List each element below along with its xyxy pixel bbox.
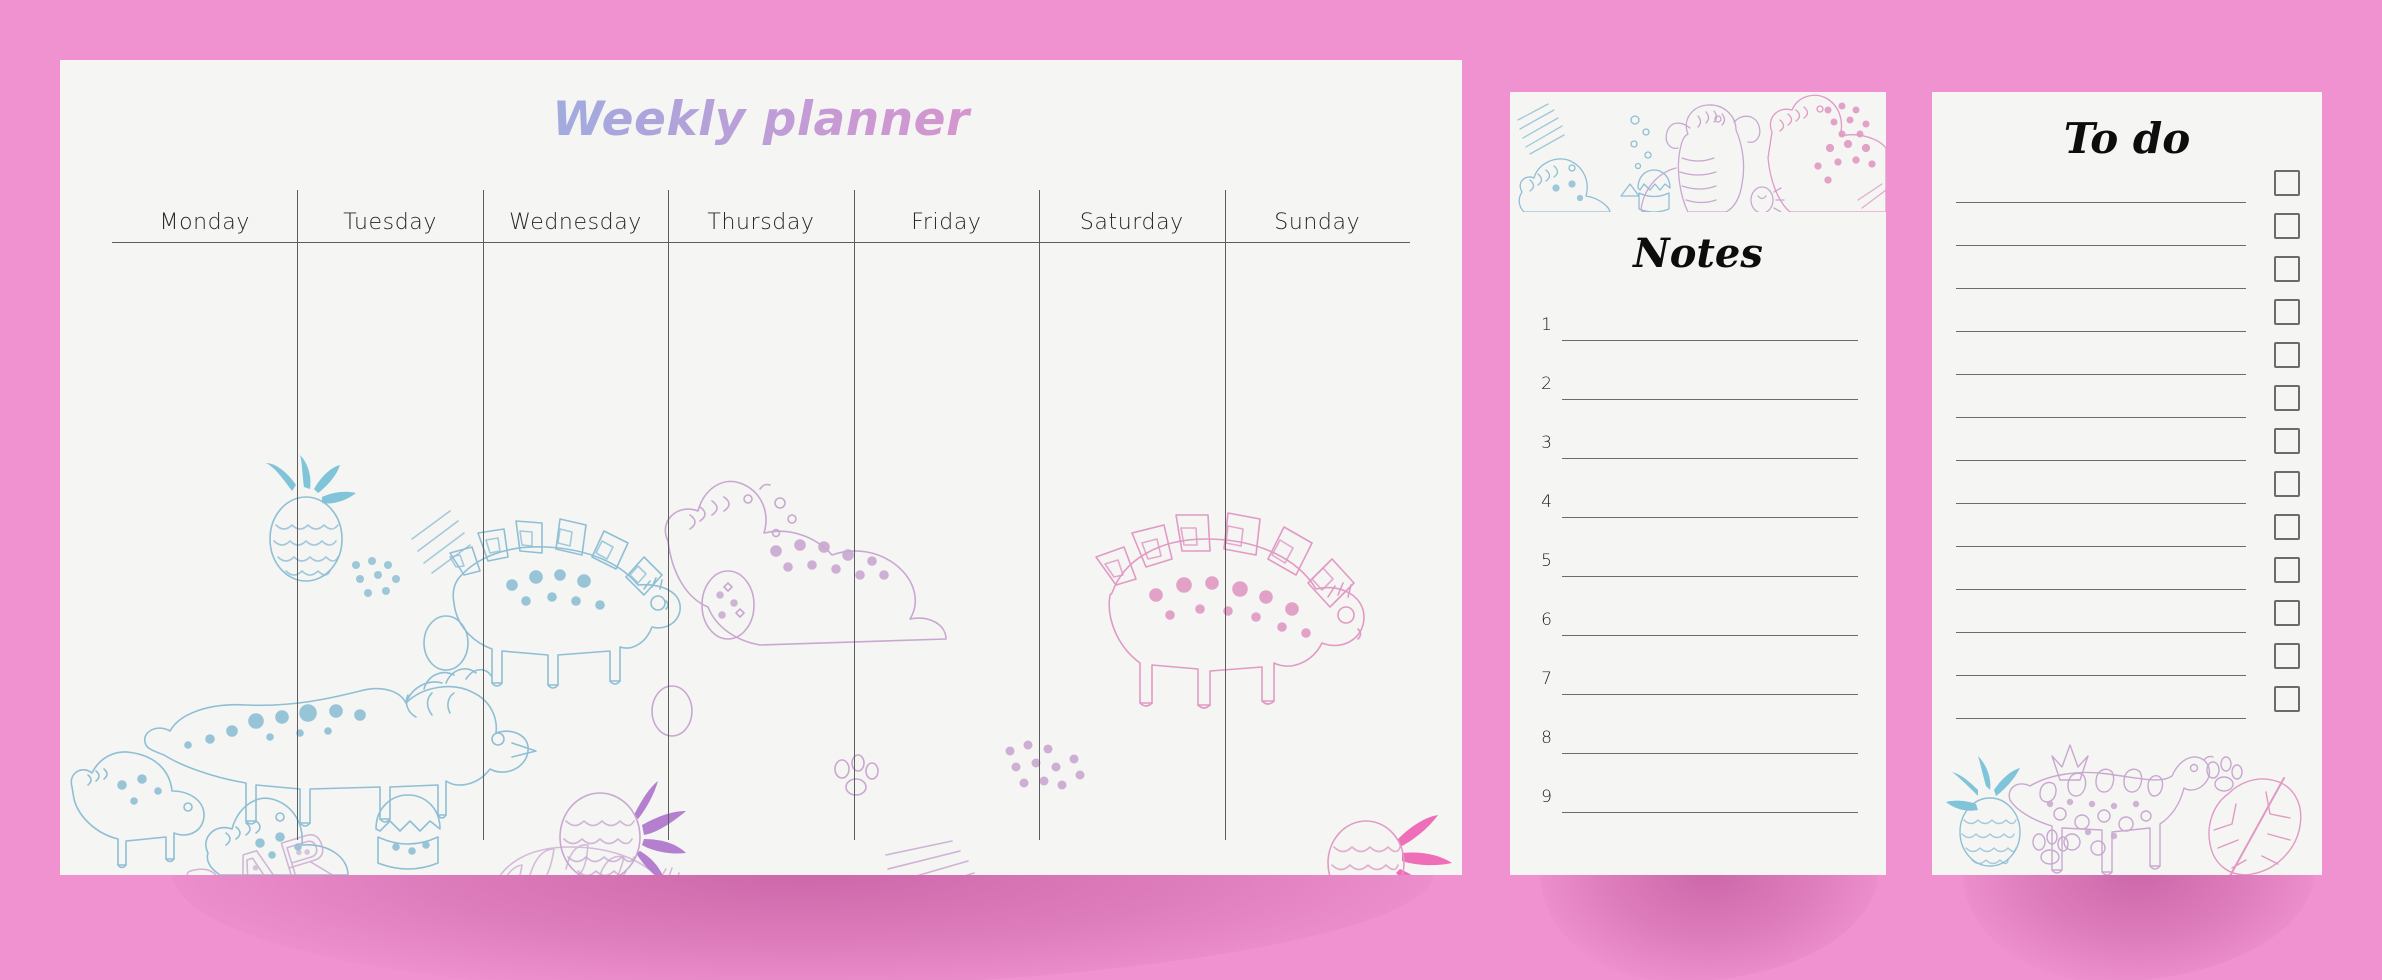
todo-checkbox[interactable]: [2274, 514, 2300, 540]
notes-row[interactable]: 3: [1510, 400, 1886, 459]
todo-line-list: [1932, 160, 2322, 719]
notes-row-number: 1: [1541, 315, 1552, 335]
todo-checkbox[interactable]: [2274, 686, 2300, 712]
todo-checkbox[interactable]: [2274, 471, 2300, 497]
todo-checkbox[interactable]: [2274, 643, 2300, 669]
todo-card-shadow: [1932, 872, 2322, 980]
notes-row-number: 5: [1541, 551, 1552, 571]
notes-title: Notes: [1633, 230, 1763, 277]
notes-row-number: 3: [1541, 433, 1552, 453]
notes-row[interactable]: 7: [1510, 636, 1886, 695]
notes-dinosaur-band: .nb { stroke:#8fbfd4; stroke-width:1.3; …: [1510, 92, 1886, 212]
notes-card: .nb { stroke:#8fbfd4; stroke-width:1.3; …: [1510, 92, 1886, 875]
notes-line-list: 1 2 3 4 5 6 7 8 9: [1510, 282, 1886, 813]
day-column-wednesday[interactable]: [483, 244, 668, 840]
todo-row[interactable]: [1932, 203, 2322, 246]
todo-row[interactable]: [1932, 590, 2322, 633]
notes-row[interactable]: 4: [1510, 459, 1886, 518]
notes-row-number: 6: [1541, 610, 1552, 630]
notes-row[interactable]: 9: [1510, 754, 1886, 813]
notes-row-number: 2: [1541, 374, 1552, 394]
todo-checkbox[interactable]: [2274, 600, 2300, 626]
todo-row[interactable]: [1932, 332, 2322, 375]
todo-card: To do: [1932, 92, 2322, 875]
todo-row[interactable]: [1932, 547, 2322, 590]
todo-title: To do: [2063, 114, 2191, 163]
todo-checkbox[interactable]: [2274, 385, 2300, 411]
todo-row[interactable]: [1932, 160, 2322, 203]
todo-checkbox[interactable]: [2274, 299, 2300, 325]
todo-checkbox[interactable]: [2274, 256, 2300, 282]
todo-row[interactable]: [1932, 461, 2322, 504]
todo-row[interactable]: [1932, 375, 2322, 418]
notes-row-number: 7: [1541, 669, 1552, 689]
notes-row-number: 4: [1541, 492, 1552, 512]
notes-row[interactable]: 5: [1510, 518, 1886, 577]
notes-row-number: 8: [1541, 728, 1552, 748]
notes-row[interactable]: 8: [1510, 695, 1886, 754]
todo-checkbox[interactable]: [2274, 428, 2300, 454]
day-column-friday[interactable]: [854, 244, 1039, 840]
todo-dinosaur-band: .tb { stroke:#8fbfd4; stroke-width:1.4; …: [1932, 732, 2322, 875]
todo-row-line[interactable]: [1956, 718, 2246, 719]
todo-row[interactable]: [1932, 418, 2322, 461]
planner-title: Weekly planner: [60, 92, 1462, 147]
notes-row[interactable]: 6: [1510, 577, 1886, 636]
notes-row[interactable]: 2: [1510, 341, 1886, 400]
todo-row[interactable]: [1932, 504, 2322, 547]
todo-checkbox[interactable]: [2274, 342, 2300, 368]
notes-row-line[interactable]: [1562, 812, 1858, 813]
day-column-sunday[interactable]: [1225, 244, 1410, 840]
todo-row[interactable]: [1932, 633, 2322, 676]
todo-checkbox[interactable]: [2274, 170, 2300, 196]
todo-row[interactable]: [1932, 676, 2322, 719]
day-column-tuesday[interactable]: [297, 244, 483, 840]
weekly-planner-card: .b { stroke:#8fbfd4; stroke-width:1.6; f…: [60, 60, 1462, 875]
todo-row[interactable]: [1932, 289, 2322, 332]
notes-card-shadow: [1510, 872, 1886, 980]
day-column-monday[interactable]: [112, 244, 297, 840]
todo-checkbox[interactable]: [2274, 557, 2300, 583]
todo-checkbox[interactable]: [2274, 213, 2300, 239]
todo-row[interactable]: [1932, 246, 2322, 289]
notes-row[interactable]: 1: [1510, 282, 1886, 341]
notes-row-number: 9: [1541, 787, 1552, 807]
day-column-thursday[interactable]: [668, 244, 854, 840]
planner-card-shadow: [60, 872, 1462, 980]
day-column-saturday[interactable]: [1039, 244, 1225, 840]
